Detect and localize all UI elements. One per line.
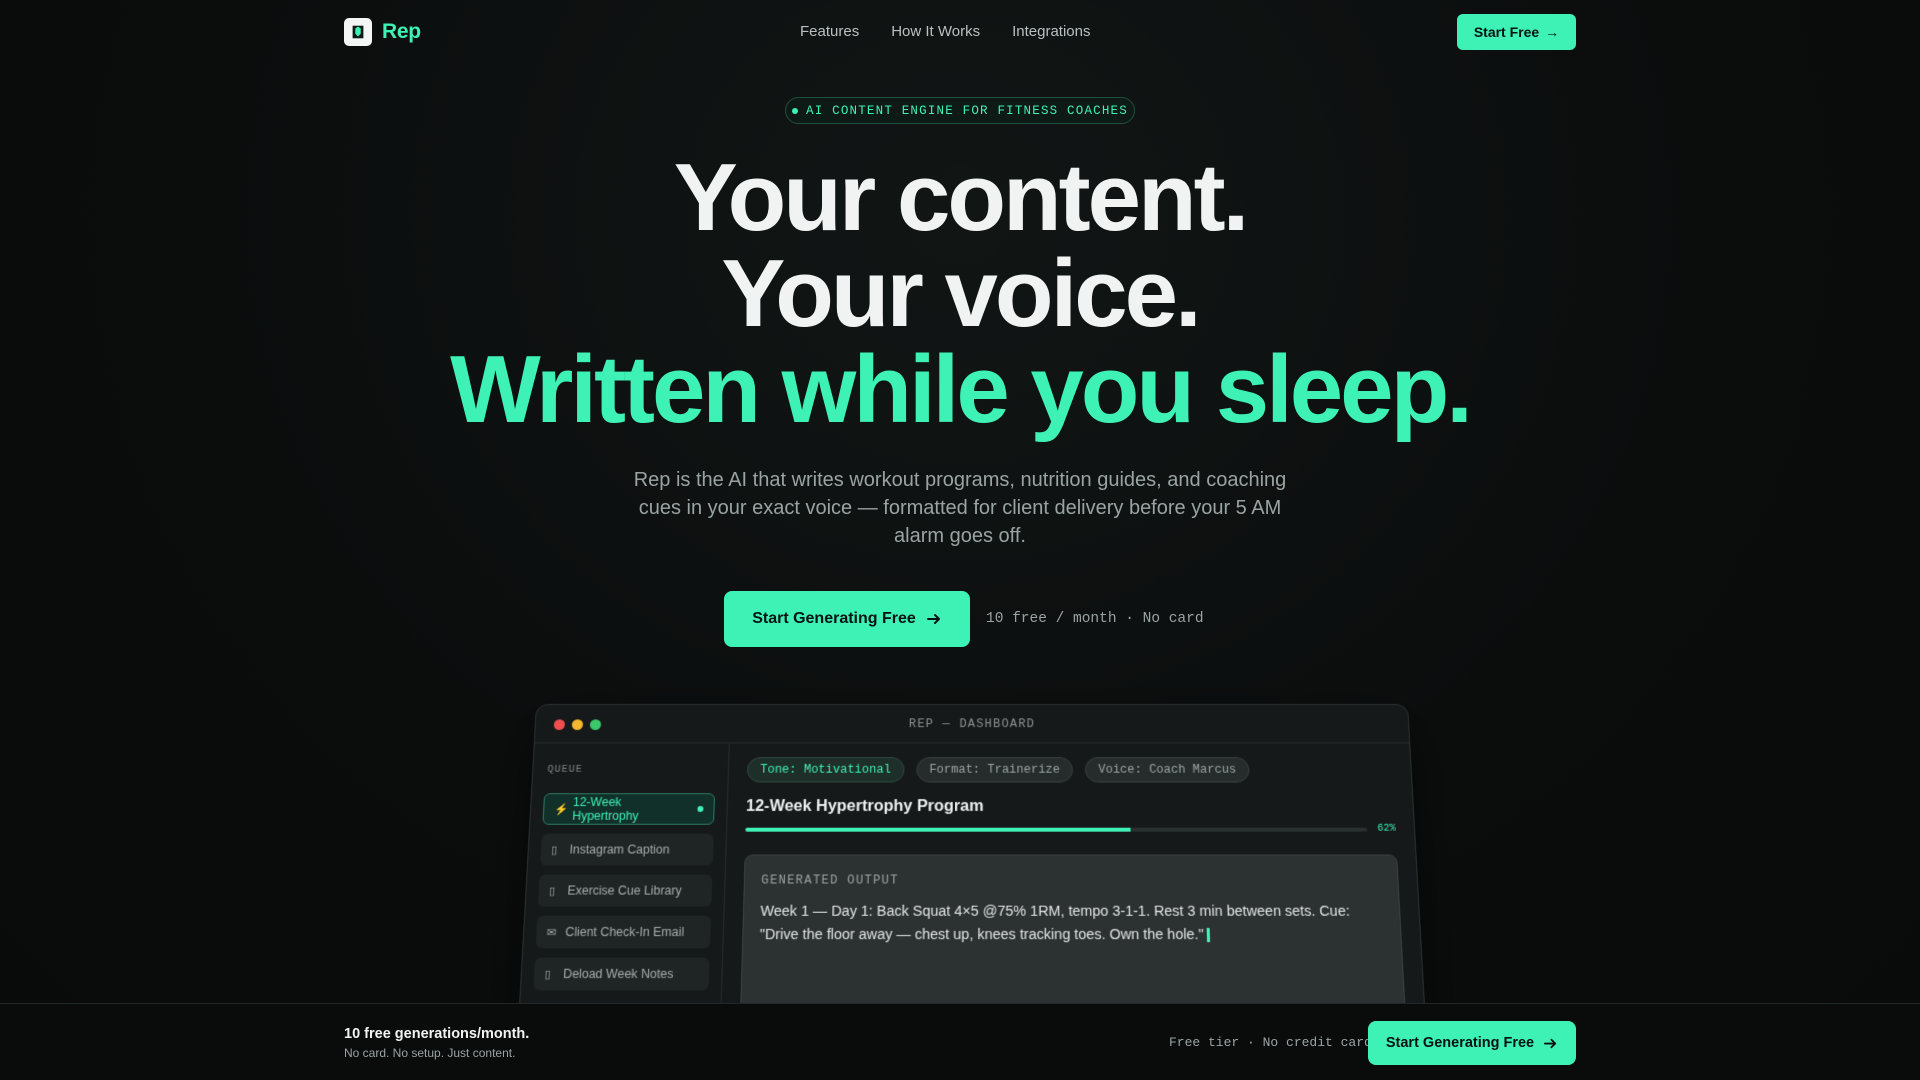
progress-bar [745, 827, 1368, 832]
queue-item-label: Client Check-In Email [564, 924, 685, 940]
window-titlebar: REP — DASHBOARD [534, 704, 1410, 744]
queue-item-label: Instagram Caption [569, 842, 670, 857]
close-dot-icon [553, 719, 566, 730]
queue-label: QUEUE [547, 764, 583, 776]
queue-item-check-in-email[interactable]: ✉ Client Check-In Email [535, 915, 712, 949]
progress-fill [745, 827, 1131, 832]
brand[interactable]: Rep [344, 18, 421, 46]
queue-item-label: Deload Week Notes [562, 966, 674, 982]
nav-link-features[interactable]: Features [800, 23, 859, 40]
hero-badge: AI CONTENT ENGINE FOR FITNESS COACHES [785, 97, 1135, 124]
output-body: Week 1 — Day 1: Back Squat 4×5 @75% 1RM,… [759, 902, 1351, 943]
cta-label: Start Generating Free [752, 610, 916, 627]
headline-line-1: Your content. [673, 144, 1250, 251]
nav-links: Features How It Works Integrations [800, 23, 1091, 40]
window-title: REP — DASHBOARD [908, 716, 1036, 731]
minimize-dot-icon [571, 719, 584, 730]
generated-output: GENERATED OUTPUT Week 1 — Day 1: Back Sq… [739, 854, 1407, 1028]
sticky-cta-label: Start Generating Free [1385, 1035, 1535, 1051]
sticky-start-generating-button[interactable]: Start Generating Free [1368, 1021, 1576, 1065]
active-dot-icon [697, 805, 704, 812]
arrow-right-icon [1544, 1038, 1557, 1048]
lightning-icon: ⚡ [554, 803, 569, 816]
queue-item-label: 12-Week Hypertrophy [571, 795, 639, 823]
progress-value: 62% [1377, 823, 1397, 835]
headline-line-2: Your voice. [721, 240, 1201, 347]
logo-icon [344, 18, 372, 46]
queue-item-deload[interactable]: ▯ Deload Week Notes [533, 957, 710, 991]
document-icon: ▯ [550, 844, 558, 857]
maximize-dot-icon [589, 719, 602, 730]
text-cursor [1206, 928, 1211, 943]
voice-chip[interactable]: Voice: Coach Marcus [1085, 757, 1250, 783]
queue-item-instagram[interactable]: ▯ Instagram Caption [540, 833, 714, 866]
hero-subtext: Rep is the AI that writes workout progra… [633, 469, 1287, 547]
document-icon: ▯ [544, 968, 552, 981]
queue-item-hypertrophy[interactable]: ⚡ 12-Week Hypertrophy [542, 793, 716, 825]
arrow-right-icon: → [1545, 24, 1560, 40]
sticky-cta-bar: 10 free generations/month. No card. No s… [0, 1003, 1920, 1080]
start-generating-button[interactable]: Start Generating Free [724, 591, 970, 647]
sticky-bar-title: 10 free generations/month. [344, 1026, 530, 1042]
envelope-icon: ✉ [546, 926, 557, 939]
progress-row: 62% [745, 824, 1396, 835]
queue-item-cue-library[interactable]: ▯ Exercise Cue Library [537, 874, 713, 907]
headline-line-3: Written while you sleep. [450, 336, 1473, 443]
output-text: Week 1 — Day 1: Back Squat 4×5 @75% 1RM,… [760, 900, 1385, 947]
hero-headline: Your content. Your voice. Written while … [0, 150, 1920, 438]
cta-note: 10 free / month · No card [986, 611, 1204, 627]
nav-start-free-button[interactable]: Start Free → [1457, 14, 1576, 50]
sticky-bar-copy: 10 free generations/month. No card. No s… [344, 1026, 529, 1060]
sticky-bar-subtitle: No card. No setup. Just content. [344, 1046, 516, 1060]
sticky-bar-note: Free tier · No credit card [1169, 1035, 1372, 1050]
top-nav: Rep Features How It Works Integrations S… [0, 0, 1920, 64]
hero-cta-row: Start Generating Free 10 free / month · … [724, 591, 1204, 647]
window-controls [553, 719, 602, 730]
format-chip[interactable]: Format: Trainerize [916, 757, 1074, 783]
nav-link-integrations[interactable]: Integrations [1012, 23, 1090, 40]
nav-link-how-it-works[interactable]: How It Works [891, 23, 980, 40]
tone-chip[interactable]: Tone: Motivational [746, 757, 905, 783]
document-title: 12-Week Hypertrophy Program [745, 798, 984, 815]
arrow-right-icon [926, 614, 940, 624]
dot-icon [792, 107, 799, 114]
queue-item-label: Exercise Cue Library [567, 883, 682, 898]
nav-cta-label: Start Free [1473, 24, 1540, 40]
brand-name: Rep [382, 20, 421, 43]
setting-chips: Tone: Motivational Format: Trainerize Vo… [746, 757, 1393, 783]
document-icon: ▯ [548, 885, 556, 898]
output-label: GENERATED OUTPUT [761, 873, 899, 888]
badge-label: AI CONTENT ENGINE FOR FITNESS COACHES [806, 103, 1128, 118]
